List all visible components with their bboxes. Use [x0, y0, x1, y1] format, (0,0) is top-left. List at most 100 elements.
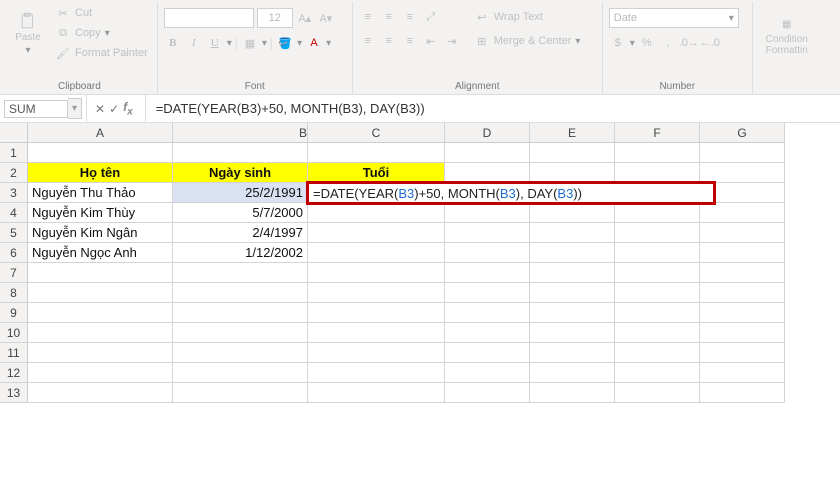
- font-color-button[interactable]: A: [305, 34, 323, 52]
- cell[interactable]: [28, 143, 173, 163]
- row-header[interactable]: 4: [0, 203, 28, 223]
- cell[interactable]: [173, 263, 308, 283]
- align-right-icon[interactable]: ≡: [401, 32, 419, 50]
- cell[interactable]: [700, 223, 785, 243]
- align-top-icon[interactable]: ≡: [359, 8, 377, 26]
- col-header-D[interactable]: D: [445, 123, 530, 143]
- cell[interactable]: [445, 383, 530, 403]
- row-header[interactable]: 6: [0, 243, 28, 263]
- cell[interactable]: [308, 143, 445, 163]
- row-header[interactable]: 13: [0, 383, 28, 403]
- cell[interactable]: [530, 283, 615, 303]
- cancel-formula-button[interactable]: ✕: [95, 102, 105, 116]
- paste-button[interactable]: Paste ▾: [8, 4, 48, 56]
- increase-font-icon[interactable]: A▴: [296, 9, 314, 27]
- cell[interactable]: [445, 203, 530, 223]
- cell[interactable]: [308, 223, 445, 243]
- row-header[interactable]: 3: [0, 183, 28, 203]
- cell[interactable]: [615, 203, 700, 223]
- cell[interactable]: 1/12/2002: [173, 243, 308, 263]
- percent-button[interactable]: %: [638, 34, 656, 52]
- cell[interactable]: [308, 283, 445, 303]
- cell[interactable]: [700, 203, 785, 223]
- copy-button[interactable]: ⧉ Copy ▾: [52, 24, 151, 42]
- cell[interactable]: [308, 383, 445, 403]
- cell[interactable]: [445, 303, 530, 323]
- fx-icon[interactable]: fx: [123, 100, 137, 117]
- bold-button[interactable]: B: [164, 34, 182, 52]
- cell[interactable]: [615, 303, 700, 323]
- cell[interactable]: [445, 283, 530, 303]
- cell[interactable]: [445, 323, 530, 343]
- cell[interactable]: [308, 243, 445, 263]
- cell[interactable]: [615, 283, 700, 303]
- underline-button[interactable]: U: [206, 34, 224, 52]
- cell[interactable]: Nguyễn Thu Thảo: [28, 183, 173, 203]
- header-cell[interactable]: Tuổi: [308, 163, 445, 183]
- cell[interactable]: [28, 323, 173, 343]
- cell[interactable]: [445, 163, 530, 183]
- fill-color-button[interactable]: 🪣: [276, 34, 294, 52]
- font-name-select[interactable]: [164, 8, 254, 28]
- cell[interactable]: [308, 343, 445, 363]
- cell[interactable]: [28, 303, 173, 323]
- cell[interactable]: [530, 203, 615, 223]
- cell[interactable]: [700, 163, 785, 183]
- col-header-A[interactable]: A: [28, 123, 173, 143]
- wrap-text-button[interactable]: ↩ Wrap Text: [471, 8, 584, 26]
- name-box[interactable]: SUM ▾: [4, 98, 82, 119]
- align-center-icon[interactable]: ≡: [380, 32, 398, 50]
- formula-bar-input[interactable]: =DATE(YEAR(B3)+50, MONTH(B3), DAY(B3)): [146, 99, 840, 118]
- cell[interactable]: [173, 343, 308, 363]
- col-header-C[interactable]: C: [308, 123, 445, 143]
- cell[interactable]: [308, 323, 445, 343]
- border-button[interactable]: ▦: [241, 34, 259, 52]
- comma-button[interactable]: ,: [659, 34, 677, 52]
- cell[interactable]: [615, 343, 700, 363]
- col-header-B[interactable]: B: [173, 123, 308, 143]
- merge-center-button[interactable]: ⊞ Merge & Center ▾: [471, 32, 584, 50]
- currency-button[interactable]: $: [609, 34, 627, 52]
- align-middle-icon[interactable]: ≡: [380, 8, 398, 26]
- select-all-corner[interactable]: [0, 123, 28, 143]
- number-format-select[interactable]: Date ▾: [609, 8, 739, 28]
- indent-decrease-icon[interactable]: ⇤: [422, 32, 440, 50]
- cell[interactable]: [173, 363, 308, 383]
- cell[interactable]: 25/2/1991: [173, 183, 308, 203]
- cell[interactable]: [615, 263, 700, 283]
- cell[interactable]: [173, 323, 308, 343]
- row-header[interactable]: 2: [0, 163, 28, 183]
- cell[interactable]: [308, 303, 445, 323]
- cell[interactable]: Nguyễn Kim Thùy: [28, 203, 173, 223]
- cell[interactable]: [700, 363, 785, 383]
- cell[interactable]: [445, 363, 530, 383]
- accept-formula-button[interactable]: ✓: [109, 102, 119, 116]
- cell[interactable]: [28, 383, 173, 403]
- cell[interactable]: [615, 223, 700, 243]
- header-cell[interactable]: Họ tên: [28, 163, 173, 183]
- cell[interactable]: [28, 343, 173, 363]
- cell[interactable]: [530, 143, 615, 163]
- conditional-formatting-button[interactable]: ▦ Condition Formattin: [759, 4, 815, 56]
- cell[interactable]: [530, 323, 615, 343]
- cell[interactable]: Nguyễn Kim Ngân: [28, 223, 173, 243]
- cell[interactable]: [615, 163, 700, 183]
- cell[interactable]: [615, 243, 700, 263]
- cell[interactable]: [530, 363, 615, 383]
- cell[interactable]: [445, 343, 530, 363]
- cell[interactable]: [445, 263, 530, 283]
- header-cell[interactable]: Ngày sinh: [173, 163, 308, 183]
- cell[interactable]: [445, 223, 530, 243]
- cell[interactable]: [700, 283, 785, 303]
- cell[interactable]: [530, 223, 615, 243]
- decrease-font-icon[interactable]: A▾: [317, 9, 335, 27]
- cell[interactable]: [700, 243, 785, 263]
- cell[interactable]: [530, 243, 615, 263]
- indent-increase-icon[interactable]: ⇥: [443, 32, 461, 50]
- italic-button[interactable]: I: [185, 34, 203, 52]
- cell[interactable]: [700, 323, 785, 343]
- decrease-decimal-icon[interactable]: ←.0: [701, 34, 719, 52]
- cell[interactable]: [173, 383, 308, 403]
- increase-decimal-icon[interactable]: .0→: [680, 34, 698, 52]
- cell[interactable]: [28, 263, 173, 283]
